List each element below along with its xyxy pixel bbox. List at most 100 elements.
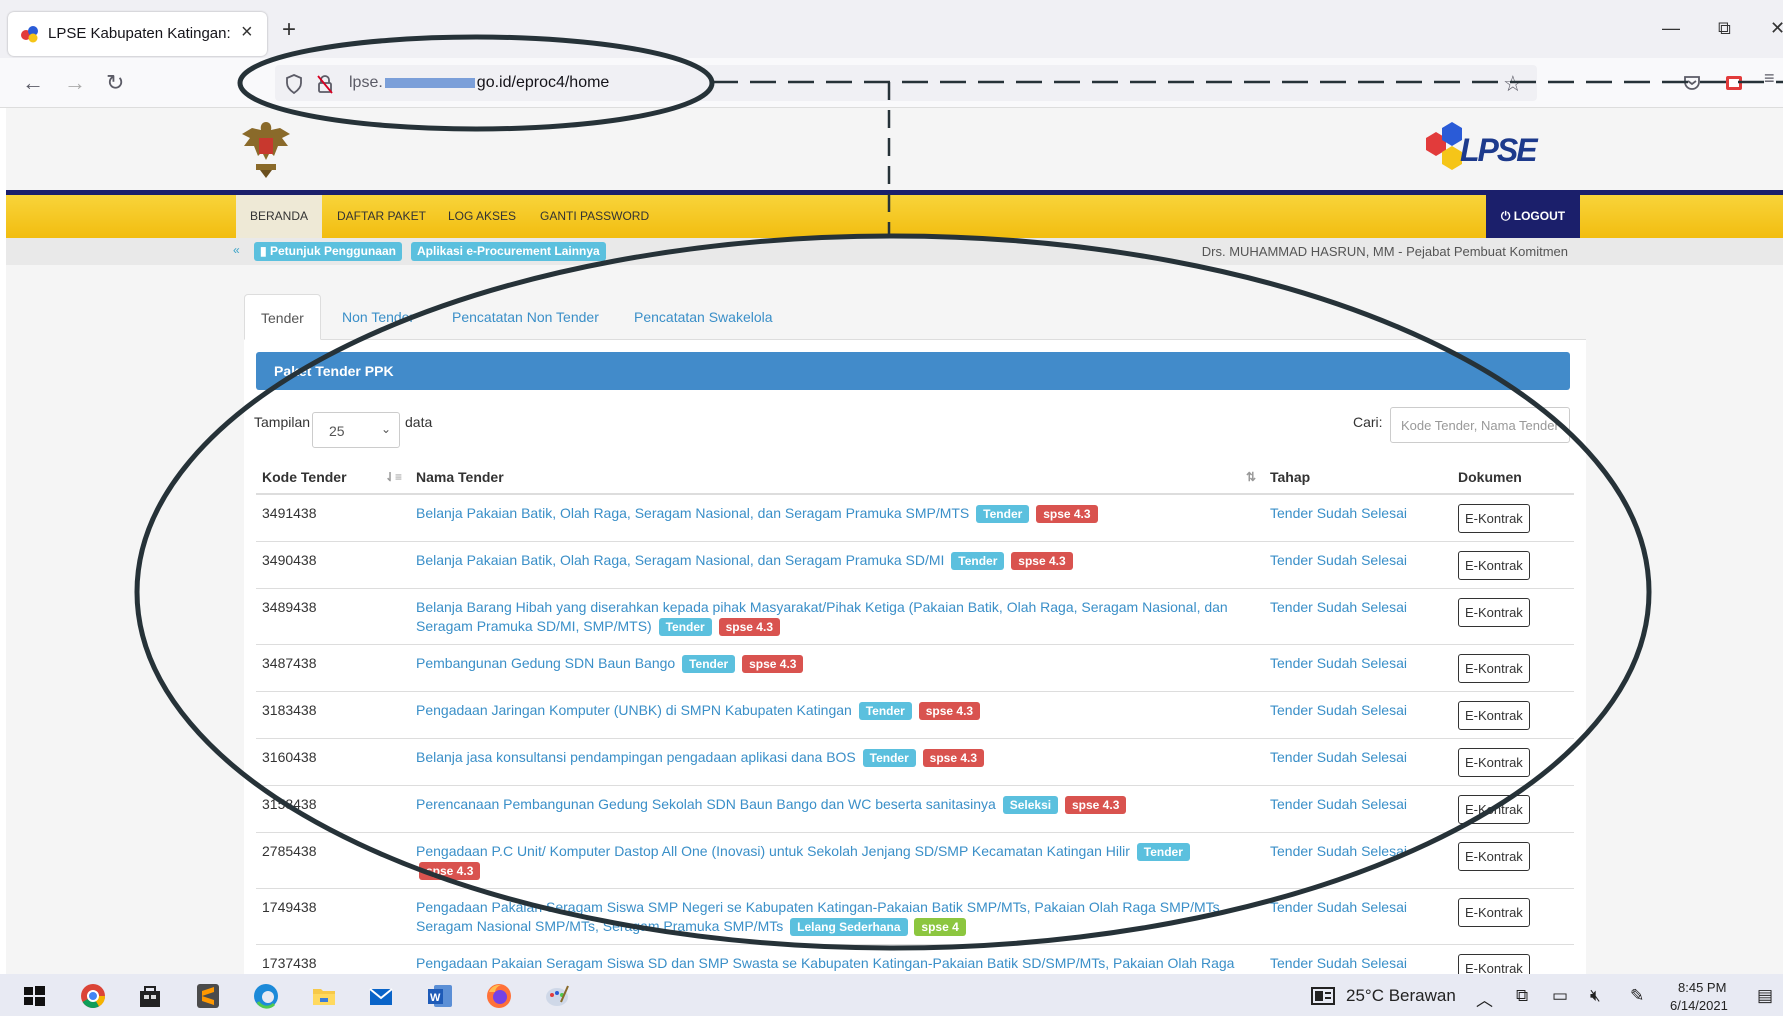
tahap-cell: Tender Sudah Selesai xyxy=(1264,832,1452,889)
e-kontrak-button[interactable]: E-Kontrak xyxy=(1458,504,1530,533)
clock-date[interactable]: 6/14/2021 xyxy=(1670,998,1728,1013)
tender-name-link[interactable]: Belanja Pakaian Batik, Olah Raga, Seraga… xyxy=(416,552,944,568)
paint-icon[interactable] xyxy=(543,982,571,1010)
clock-time[interactable]: 8:45 PM xyxy=(1678,980,1726,995)
bookmark-star-icon[interactable]: ☆ xyxy=(1503,71,1523,97)
tab-tender[interactable]: Tender xyxy=(244,294,321,340)
weather-icon[interactable] xyxy=(1310,982,1336,1010)
menu-daftar-paket[interactable]: DAFTAR PAKET xyxy=(337,195,426,238)
reload-icon[interactable]: ↻ xyxy=(106,70,124,96)
windows-start-icon[interactable] xyxy=(20,982,48,1010)
menu-beranda[interactable]: BERANDA xyxy=(236,195,323,238)
new-tab-icon[interactable]: + xyxy=(282,16,296,44)
aplikasi-eproc-button[interactable]: Aplikasi e-Procurement Lainnya xyxy=(411,242,606,261)
main-menu: BERANDA DAFTAR PAKET LOG AKSES GANTI PAS… xyxy=(6,190,1783,238)
restore-icon[interactable]: ⧉ xyxy=(1718,18,1731,39)
forward-icon[interactable]: → xyxy=(64,70,86,96)
pocket-icon[interactable] xyxy=(1683,75,1701,91)
tender-type-badge: Tender xyxy=(951,552,1005,570)
tender-name-link[interactable]: Belanja Pakaian Batik, Olah Raga, Seraga… xyxy=(416,505,969,521)
sort-icon[interactable]: ⇅ xyxy=(1246,470,1256,484)
tender-name-link[interactable]: Perencanaan Pembangunan Gedung Sekolah S… xyxy=(416,796,996,812)
tahap-link[interactable]: Tender Sudah Selesai xyxy=(1270,749,1407,765)
search-input[interactable]: Kode Tender, Nama Tender xyxy=(1390,407,1570,443)
sublime-text-icon[interactable] xyxy=(194,982,222,1010)
tender-name-link[interactable]: Pengadaan Jaringan Komputer (UNBK) di SM… xyxy=(416,702,852,718)
tender-name-link[interactable]: Pengadaan Pakaian Seragam Siswa SD dan S… xyxy=(416,955,1234,974)
kode-tender-cell: 3490438 xyxy=(256,541,410,589)
tahap-link[interactable]: Tender Sudah Selesai xyxy=(1270,796,1407,812)
tahap-link[interactable]: Tender Sudah Selesai xyxy=(1270,899,1407,915)
browser-tab[interactable]: LPSE Kabupaten Katingan: × xyxy=(8,12,267,56)
chrome-icon[interactable] xyxy=(79,982,107,1010)
firefox-icon[interactable] xyxy=(485,982,513,1010)
header-nama-tender[interactable]: Nama Tender ⇅ xyxy=(410,460,1264,495)
tender-name-link[interactable]: Pembangunan Gedung SDN Baun Bango xyxy=(416,655,675,671)
tab-pencatatan-non-tender[interactable]: Pencatatan Non Tender xyxy=(452,294,599,340)
mail-icon[interactable] xyxy=(367,982,395,1010)
battery-icon[interactable]: ▭ xyxy=(1552,986,1568,1006)
kode-tender-cell: 2785438 xyxy=(256,832,410,889)
show-hidden-icons-icon[interactable]: ︿ xyxy=(1476,986,1493,1011)
tab-pencatatan-swakelola[interactable]: Pencatatan Swakelola xyxy=(634,294,773,340)
tahap-link[interactable]: Tender Sudah Selesai xyxy=(1270,955,1407,971)
lpse-logo: LPSE xyxy=(1412,122,1542,178)
table-row: 1737438 Pengadaan Pakaian Seragam Siswa S… xyxy=(256,944,1574,974)
tender-name-link[interactable]: Pengadaan P.C Unit/ Komputer Dastop All … xyxy=(416,843,1130,859)
store-icon[interactable] xyxy=(136,982,164,1010)
shield-icon[interactable] xyxy=(285,74,303,94)
minimize-icon[interactable]: — xyxy=(1662,18,1680,39)
nama-tender-cell: Belanja Pakaian Batik, Olah Raga, Seraga… xyxy=(410,541,1264,589)
edge-icon[interactable] xyxy=(252,982,280,1010)
sort-desc-icon[interactable]: ⇃≡ xyxy=(385,470,402,484)
notifications-icon[interactable]: ▤ xyxy=(1757,986,1773,1006)
e-kontrak-button[interactable]: E-Kontrak xyxy=(1458,654,1530,683)
dokumen-cell: E-Kontrak xyxy=(1452,541,1574,589)
weather-text[interactable]: 25°C Berawan xyxy=(1346,986,1456,1006)
meet-now-icon[interactable]: ⧉ xyxy=(1516,986,1528,1006)
kode-tender-cell: 3160438 xyxy=(256,738,410,786)
file-explorer-icon[interactable] xyxy=(310,982,338,1010)
e-kontrak-button[interactable]: E-Kontrak xyxy=(1458,748,1530,777)
tahap-link[interactable]: Tender Sudah Selesai xyxy=(1270,552,1407,568)
chevron-down-icon: ⌄ xyxy=(380,422,391,436)
menu-log-akses[interactable]: LOG AKSES xyxy=(448,195,516,238)
volume-muted-icon[interactable]: 🔇︎ xyxy=(1590,986,1601,1006)
tender-name-link[interactable]: Belanja jasa konsultansi pendampingan pe… xyxy=(416,749,856,765)
tahap-link[interactable]: Tender Sudah Selesai xyxy=(1270,702,1407,718)
tahap-link[interactable]: Tender Sudah Selesai xyxy=(1270,599,1407,615)
menu-icon[interactable]: ≡ xyxy=(1764,68,1775,89)
e-kontrak-button[interactable]: E-Kontrak xyxy=(1458,551,1530,580)
spse-version-badge: spse 4.3 xyxy=(718,618,780,636)
search-label: Cari: xyxy=(1353,414,1383,430)
tab-non-tender[interactable]: Non Tender xyxy=(342,294,414,340)
main-content: Tender Non Tender Pencatatan Non Tender … xyxy=(244,294,1586,974)
chevron-up-icon[interactable]: « xyxy=(233,243,240,257)
extension-icon[interactable] xyxy=(1725,75,1743,91)
menu-ganti-password[interactable]: GANTI PASSWORD xyxy=(540,195,649,238)
header-kode-tender[interactable]: Kode Tender ⇃≡ xyxy=(256,460,410,495)
tab-close-icon[interactable]: × xyxy=(241,21,253,44)
pen-icon[interactable]: ✎ xyxy=(1630,986,1644,1006)
e-kontrak-button[interactable]: E-Kontrak xyxy=(1458,954,1530,974)
tahap-link[interactable]: Tender Sudah Selesai xyxy=(1270,843,1407,859)
table-row: 3160438 Belanja jasa konsultansi pendampi… xyxy=(256,738,1574,786)
close-window-icon[interactable]: ✕ xyxy=(1770,18,1783,39)
tahap-link[interactable]: Tender Sudah Selesai xyxy=(1270,655,1407,671)
petunjuk-penggunaan-button[interactable]: ▮ Petunjuk Penggunaan xyxy=(254,242,402,261)
insecure-lock-icon[interactable] xyxy=(317,74,333,94)
logout-button[interactable]: ⏻ LOGOUT xyxy=(1486,195,1580,238)
e-kontrak-button[interactable]: E-Kontrak xyxy=(1458,795,1530,824)
word-icon[interactable]: W xyxy=(426,982,454,1010)
e-kontrak-button[interactable]: E-Kontrak xyxy=(1458,898,1530,927)
e-kontrak-button[interactable]: E-Kontrak xyxy=(1458,842,1530,871)
address-bar[interactable]: lpse. go.id/eproc4/home ☆ xyxy=(275,65,1537,101)
page-size-select[interactable]: 25 ⌄ xyxy=(312,412,400,448)
e-kontrak-button[interactable]: E-Kontrak xyxy=(1458,701,1530,730)
back-icon[interactable]: ← xyxy=(22,70,44,96)
header-tahap[interactable]: Tahap xyxy=(1264,460,1452,495)
e-kontrak-button[interactable]: E-Kontrak xyxy=(1458,598,1530,627)
browser-tab-bar: LPSE Kabupaten Katingan: × + — ⧉ ✕ xyxy=(0,0,1783,58)
tahap-link[interactable]: Tender Sudah Selesai xyxy=(1270,505,1407,521)
tender-name-link[interactable]: Belanja Barang Hibah yang diserahkan kep… xyxy=(416,599,1228,634)
